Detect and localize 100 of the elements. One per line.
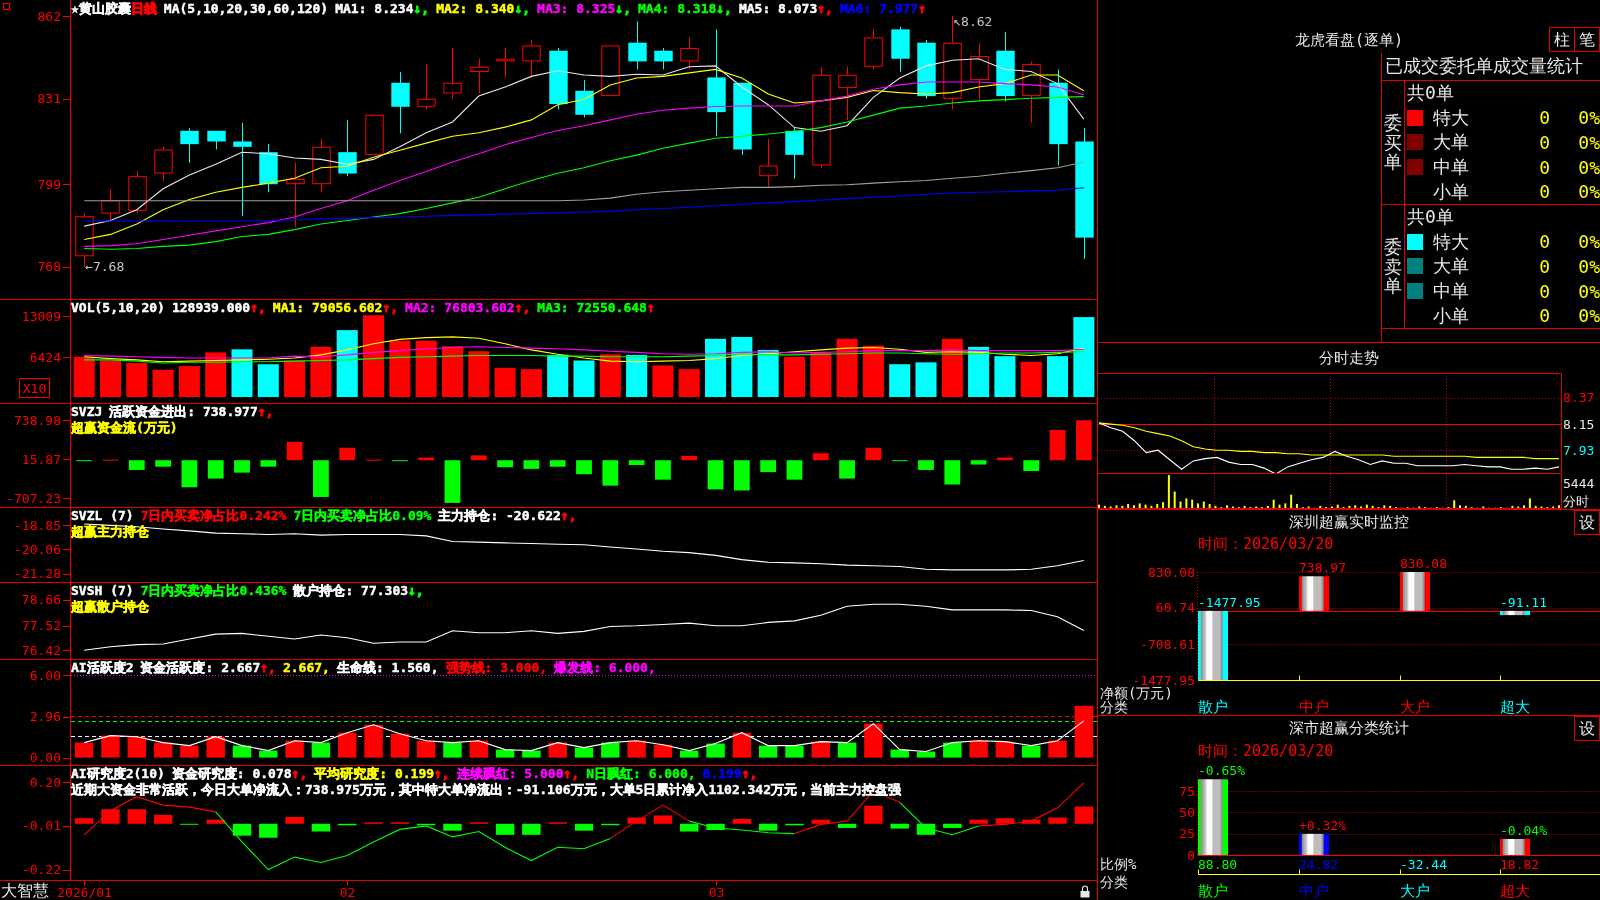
axis-title: 净额(万元) xyxy=(1100,685,1173,701)
indicator-text: 超赢资金流(万元) xyxy=(71,420,178,436)
candle xyxy=(864,28,883,70)
axis-label: 7.93 xyxy=(1563,442,1595,458)
axis-label: 8.15 xyxy=(1563,416,1595,432)
chart-bar xyxy=(1047,356,1069,398)
axis-title: 分类 xyxy=(1100,699,1128,715)
candle xyxy=(312,138,331,193)
chart-bar xyxy=(416,823,436,826)
indicator-text: 强势线: 3.000, xyxy=(445,660,548,676)
chart-bar xyxy=(1299,576,1329,611)
indicator-text: ↑ xyxy=(918,1,926,17)
view-button[interactable]: 笔 xyxy=(1575,27,1600,52)
indicator-text: 平均研究度: 0.199 xyxy=(314,766,435,782)
date-label: 时间：2026/03/20 xyxy=(1198,742,1334,760)
candle xyxy=(522,39,541,78)
panel-title: 深市超赢分类统计 xyxy=(1289,718,1409,739)
value-label: 738.97 xyxy=(1299,560,1346,576)
indicator-text: MA6: 7.977 xyxy=(839,1,919,17)
chart-bar xyxy=(864,805,883,824)
chart-bar xyxy=(680,750,699,758)
candle xyxy=(180,127,199,164)
chart-bar xyxy=(101,809,120,824)
chart-bar xyxy=(653,744,673,758)
indicator-text: SVSH (7) xyxy=(71,583,134,599)
chart-bar xyxy=(206,819,225,824)
indicator-text: SVZL (7) xyxy=(71,508,134,524)
chart-bar xyxy=(522,823,541,835)
chart-bar xyxy=(890,749,909,758)
chart-bar xyxy=(1500,610,1530,616)
chart-bar xyxy=(995,818,1015,824)
count-value: 0 xyxy=(1539,231,1550,253)
indicator-text: ↓, xyxy=(716,1,732,17)
chart-bar xyxy=(811,819,830,824)
chart-bar xyxy=(1500,838,1530,855)
chart-bar xyxy=(497,460,513,468)
percent-value: 0% xyxy=(1577,156,1600,178)
settings-button[interactable]: 设 xyxy=(1574,716,1600,741)
chart-bar xyxy=(285,816,304,824)
chart-bar xyxy=(810,352,832,398)
candle xyxy=(891,26,910,73)
chart-bar xyxy=(916,751,936,758)
chart-bar xyxy=(178,366,200,398)
category-label: 散户 xyxy=(1198,698,1228,715)
chart-bar xyxy=(73,356,95,398)
change-label: -0.65% xyxy=(1198,763,1245,779)
candle xyxy=(1022,60,1041,124)
chart-bar xyxy=(74,818,94,824)
chart-bar xyxy=(153,742,173,758)
chart-bar xyxy=(943,823,962,828)
chart-bar xyxy=(680,823,699,832)
axis-label: 8.37 xyxy=(1563,390,1595,406)
chart-bar xyxy=(1074,705,1094,758)
chart-bar xyxy=(889,364,911,398)
date-label: 2026/01 xyxy=(57,885,112,900)
view-button[interactable]: 柱 xyxy=(1549,27,1575,52)
chart-bar xyxy=(128,460,145,470)
chart-bar xyxy=(127,736,146,758)
chart-bar xyxy=(655,460,671,480)
chart-bar xyxy=(573,360,595,398)
lock-icon[interactable] xyxy=(1080,885,1090,898)
indicator-text: ↑, xyxy=(563,766,580,782)
candle xyxy=(207,130,226,150)
indicator-text: AI研究度2(10) xyxy=(71,766,165,782)
chart-bar xyxy=(444,460,461,503)
axis-label: 830.08 xyxy=(1148,564,1195,580)
chart-bar xyxy=(599,354,621,398)
indicator-text: ↑, xyxy=(434,766,450,782)
chart-bar xyxy=(918,460,934,470)
axis-label: 75 xyxy=(1179,783,1195,799)
count-value: 0 xyxy=(1539,280,1550,302)
settings-button[interactable]: 设 xyxy=(1574,510,1600,535)
chart-bar xyxy=(336,330,358,398)
size-label: 大单 xyxy=(1433,130,1469,155)
unit-label: 分时 xyxy=(1563,494,1589,509)
chart-bar xyxy=(785,823,804,826)
indicator-text: ↑, xyxy=(560,508,577,524)
chart-bar xyxy=(126,362,148,398)
indicator-text: ↑, xyxy=(741,766,758,782)
chart-bar xyxy=(837,823,857,828)
candle xyxy=(443,47,462,100)
axis-label: -21.28 xyxy=(14,566,61,582)
chart-bar xyxy=(574,747,594,758)
date-label: 03 xyxy=(708,885,725,900)
chart-bar xyxy=(890,823,909,829)
candle xyxy=(838,66,857,121)
brand-name: 大智慧 xyxy=(0,881,49,900)
axis-label: 77.52 xyxy=(21,618,61,634)
indicator-text: MA1: 79056.602 xyxy=(272,300,383,316)
indicator-text: 活跃资金进出: 738.977 xyxy=(109,404,258,420)
indicator-text: ★黄山胶囊 xyxy=(71,1,131,17)
indicator-text: MA5: 8.073 xyxy=(738,1,818,17)
chart-bar xyxy=(101,735,120,758)
candle xyxy=(680,36,699,70)
size-label: 中单 xyxy=(1433,279,1469,304)
chart-bar xyxy=(783,356,805,398)
chart-bar xyxy=(285,740,304,758)
chart-bar xyxy=(839,460,855,479)
chart-bar xyxy=(206,736,225,758)
chart-bar xyxy=(181,460,198,488)
